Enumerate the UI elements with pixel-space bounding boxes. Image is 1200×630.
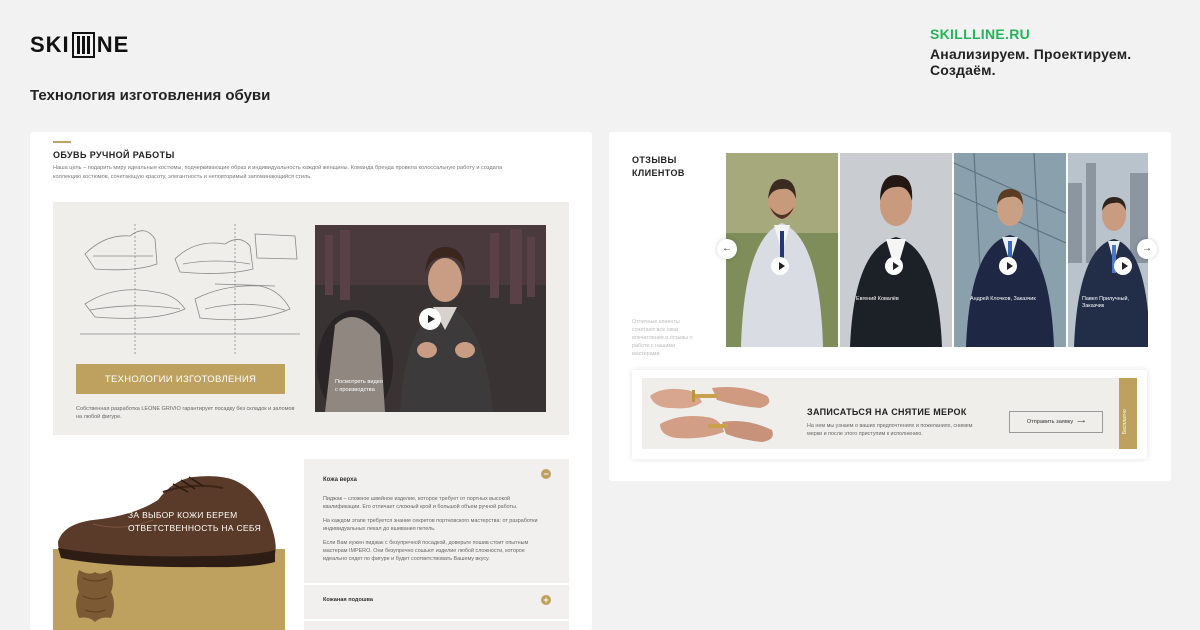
free-label: Бесплатно — [1122, 409, 1128, 434]
reviews-card: ОТЗЫВЫ КЛИЕНТОВ Отличные клиенты сочетаю… — [609, 132, 1171, 481]
play-icon[interactable] — [999, 257, 1017, 275]
arrow-left-icon[interactable]: ← — [717, 239, 737, 259]
client-photo — [840, 153, 952, 347]
video-caption-line-1: Посмотреть видео — [335, 379, 383, 385]
leather-promo: ЗА ВЫБОР КОЖИ БЕРЕМ ОТВЕТСТВЕННОСТЬ НА С… — [53, 462, 285, 630]
video-caption-line-2: с производства — [335, 387, 375, 393]
technology-note: Собственная разработка LEONE GRIVIO гара… — [76, 406, 295, 420]
leather-hide-icon — [76, 570, 114, 622]
shoe-tree-image — [650, 387, 773, 442]
collapse-icon[interactable]: − — [541, 469, 551, 479]
materials-accordion: Кожа верха − Пиджак – сложное швейное из… — [304, 459, 569, 630]
reviews-title: ОТЗЫВЫ КЛИЕНТОВ — [632, 154, 685, 180]
measure-panel: ЗАПИСАТЬСЯ НА СНЯТИЕ МЕРОК На нем мы узн… — [642, 378, 1119, 449]
client-photo — [726, 153, 838, 347]
logo-text-right: NE — [96, 32, 130, 57]
reviews-carousel: Евгений Ковалёв Андрей Клочков, Заказчик — [726, 153, 1148, 347]
play-icon[interactable] — [419, 308, 441, 330]
title-accent-line — [53, 141, 71, 143]
client-name: Евгений Ковалёв — [856, 296, 899, 302]
slogan: Анализируем. Проектируем. Создаём. — [930, 46, 1132, 78]
reviews-title-line-1: ОТЗЫВЫ — [632, 155, 677, 165]
client-photo — [1068, 153, 1148, 347]
arrow-right-icon: ⟶ — [1077, 419, 1086, 425]
accordion-divider — [304, 619, 569, 621]
client-name: Павел Прилучный, Заказчик — [1082, 296, 1130, 309]
section-title: ОБУВЬ РУЧНОЙ РАБОТЫ — [53, 150, 175, 160]
play-icon[interactable] — [1114, 257, 1132, 275]
measure-signup-banner: ЗАПИСАТЬСЯ НА СНЯТИЕ МЕРОК На нем мы узн… — [632, 370, 1147, 459]
technology-panel: ТЕХНОЛОГИИ ИЗГОТОВЛЕНИЯ Собственная разр… — [53, 202, 569, 435]
reviews-note: Отличные клиенты сочетают все свои впеча… — [632, 319, 693, 357]
play-icon[interactable] — [885, 257, 903, 275]
leather-title: ЗА ВЫБОР КОЖИ БЕРЕМ ОТВЕТСТВЕННОСТЬ НА С… — [128, 509, 261, 535]
page: SKI NE SKILLLINE.RU Анализируем. Проекти… — [0, 0, 1200, 630]
accordion-item-title[interactable]: Кожа верха — [323, 477, 357, 483]
review-photo[interactable]: Евгений Ковалёв — [840, 153, 952, 347]
accordion-divider — [304, 583, 569, 585]
reviews-title-line-2: КЛИЕНТОВ — [632, 168, 685, 178]
shoe-sketch-illustration — [80, 224, 300, 354]
video-caption: Посмотреть видео с производства — [335, 378, 383, 394]
section-description: Наша цель – подарить миру идеальные кост… — [53, 165, 503, 180]
logo[interactable]: SKI NE — [30, 32, 129, 58]
logo-mark-icon — [71, 32, 95, 58]
review-photo[interactable]: Павел Прилучный, Заказчик — [1068, 153, 1148, 347]
play-icon[interactable] — [771, 257, 789, 275]
logo-text-left: SKI — [30, 32, 70, 57]
accordion-item-title[interactable]: Кожаная подошва — [323, 597, 373, 603]
free-side-tab: Бесплатно — [1119, 378, 1137, 449]
expand-icon[interactable]: + — [541, 595, 551, 605]
accordion-paragraph: Пиджак – сложное швейное изделие, которо… — [323, 496, 518, 510]
accordion-paragraph: Если Вам нужен пиджак с безупречной поса… — [323, 540, 529, 562]
client-name: Андрей Клочков, Заказчик — [970, 296, 1036, 302]
leather-title-line-1: ЗА ВЫБОР КОЖИ БЕРЕМ — [128, 510, 238, 520]
leather-title-line-2: ОТВЕТСТВЕННОСТЬ НА СЕБЯ — [128, 523, 262, 533]
measure-description: На нем мы узнаем о ваших предпочтениях и… — [807, 423, 973, 437]
accordion-item-body: Пиджак – сложное швейное изделие, которо… — [323, 495, 547, 569]
send-request-label: Отправить заявку — [1026, 419, 1074, 425]
shoe-technology-card: ОБУВЬ РУЧНОЙ РАБОТЫ Наша цель – подарить… — [30, 132, 592, 630]
review-photo[interactable]: Андрей Клочков, Заказчик — [954, 153, 1066, 347]
client-photo — [954, 153, 1066, 347]
accordion-paragraph: На каждом этапе требуется знание секрето… — [323, 518, 538, 532]
page-title: Технология изготовления обуви — [30, 87, 271, 104]
technology-button[interactable]: ТЕХНОЛОГИИ ИЗГОТОВЛЕНИЯ — [76, 364, 285, 394]
measure-title: ЗАПИСАТЬСЯ НА СНЯТИЕ МЕРОК — [807, 407, 967, 417]
review-photo[interactable] — [726, 153, 838, 347]
site-url[interactable]: SKILLLINE.RU — [930, 26, 1200, 42]
arrow-right-icon[interactable]: → — [1137, 239, 1157, 259]
brand-block: SKILLLINE.RU Анализируем. Проектируем. С… — [930, 26, 1200, 78]
production-video[interactable]: Посмотреть видео с производства — [315, 225, 546, 412]
send-request-button[interactable]: Отправить заявку ⟶ — [1009, 411, 1103, 433]
